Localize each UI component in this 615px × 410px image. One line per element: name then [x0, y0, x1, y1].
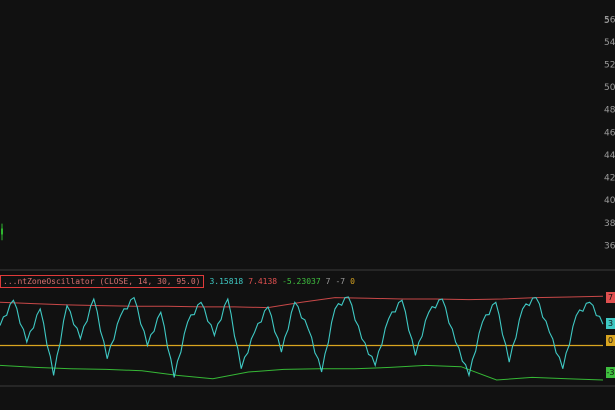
price-tick-label: 54 [604, 38, 615, 48]
zero-line-tag: 0 [606, 335, 615, 346]
study-value-zero: 0 [350, 277, 355, 286]
candle-body [1, 228, 3, 235]
price-tick-label: 50 [604, 83, 615, 93]
study-value-lower: -5.23037 [282, 277, 321, 286]
study-value-oversold: -7 [335, 277, 346, 286]
study-value-main: 3.15818 [209, 277, 244, 286]
price-tick-label: 52 [604, 61, 615, 71]
price-tick-label: 48 [604, 106, 615, 116]
study-value-overbought: 7 [325, 277, 331, 286]
study-pane[interactable] [0, 295, 615, 387]
price-tick-label: 46 [604, 128, 615, 138]
study-value-upper: 7.4138 [248, 277, 278, 286]
price-tick-label: 38 [604, 219, 615, 229]
price-axis: 36384042444648505254565 [604, 15, 615, 251]
price-tick-label: 40 [604, 196, 615, 206]
price-tick-label: 42 [604, 174, 615, 184]
oscillator-tag: 3 [606, 318, 615, 329]
price-pane[interactable] [0, 36, 615, 271]
study-header: ...ntZoneOscillator (CLOSE, 14, 30, 95.0… [0, 274, 355, 289]
chart-canvas: 36384042444648505254565 NovDec18FebMarAp… [0, 15, 615, 401]
lower-band-line [0, 364, 604, 381]
lower-band-tag: -3 [606, 367, 615, 378]
price-tick-label: 36 [604, 241, 615, 251]
upper-band-tag: 7 [606, 292, 615, 303]
oscillator-line [0, 296, 604, 378]
price-tick-label: 44 [604, 151, 615, 161]
study-title[interactable]: ...ntZoneOscillator (CLOSE, 14, 30, 95.0… [0, 275, 205, 288]
date-axis: NovDec18FebMarAprMayJunJulAugSepOct [0, 386, 615, 401]
price-tick-label: 5 [604, 16, 610, 26]
